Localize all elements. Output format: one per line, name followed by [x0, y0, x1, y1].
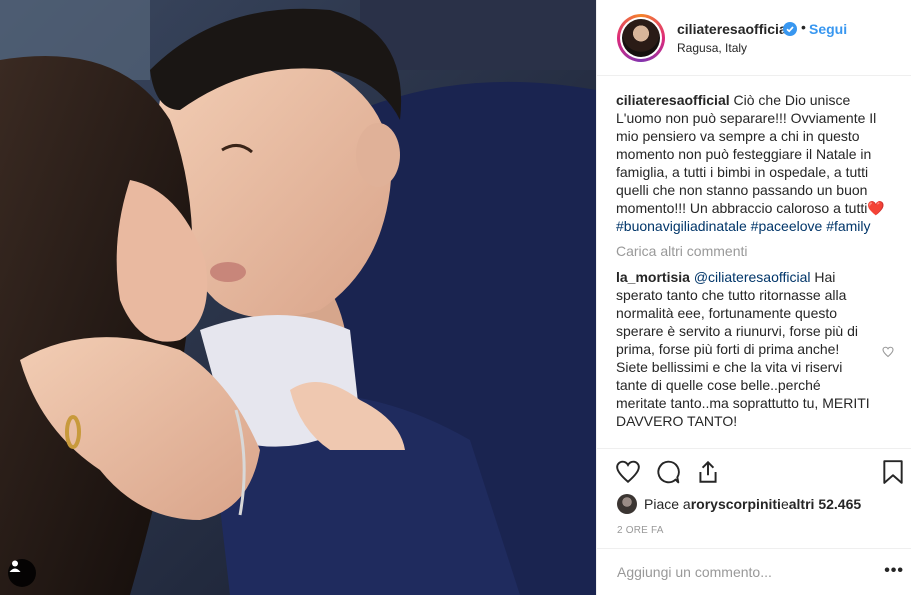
- caption-author[interactable]: ciliateresaofficial: [616, 92, 730, 108]
- avatar: [620, 17, 662, 59]
- hashtag[interactable]: #buonavigiliadinatale: [616, 218, 747, 234]
- post-header: ciliateresaofficial • Segui Ragusa, Ital…: [597, 0, 911, 76]
- likes-count[interactable]: altri 52.465: [789, 496, 861, 512]
- post-side-panel: ciliateresaofficial • Segui Ragusa, Ital…: [596, 0, 911, 595]
- hashtag[interactable]: #family: [826, 218, 870, 234]
- add-comment-input[interactable]: [617, 561, 857, 583]
- user-tag-button[interactable]: [8, 559, 36, 587]
- comment-icon[interactable]: [655, 459, 681, 485]
- follow-button[interactable]: Segui: [809, 21, 847, 37]
- more-options-button[interactable]: •••: [884, 562, 904, 580]
- photo-illustration: [0, 0, 596, 595]
- post-timestamp[interactable]: 2 ORE FA: [617, 525, 664, 536]
- add-comment-bar: •••: [597, 548, 911, 595]
- likes-prefix: Piace a: [644, 496, 691, 512]
- heart-emoji: ❤️: [867, 200, 885, 216]
- location-link[interactable]: Ragusa, Italy: [677, 41, 747, 55]
- hashtag[interactable]: #paceelove: [751, 218, 823, 234]
- liker-username[interactable]: roryscorpiniti: [691, 496, 781, 512]
- post-photo[interactable]: [0, 0, 596, 595]
- comment: la_mortisia @ciliateresaofficial Hai spe…: [616, 268, 894, 430]
- header-username[interactable]: ciliateresaofficial: [677, 21, 791, 37]
- heart-icon[interactable]: [615, 459, 641, 485]
- comments-list: ciliateresaofficial Ciò che Dio unisce L…: [616, 91, 894, 430]
- likes-middle: e: [780, 496, 789, 512]
- user-tag-icon: [9, 560, 21, 572]
- comment-text: Hai sperato tanto che tutto ritornasse a…: [616, 269, 870, 429]
- comment-mention[interactable]: @ciliateresaofficial: [694, 269, 811, 285]
- story-ring[interactable]: [617, 14, 665, 62]
- share-icon[interactable]: [695, 459, 721, 485]
- likes-summary: Piace a roryscorpiniti e altri 52.465: [617, 492, 861, 516]
- verified-icon: [783, 22, 797, 36]
- caption-text: Ciò che Dio unisce L'uomo non può separa…: [616, 92, 877, 216]
- bookmark-icon[interactable]: [880, 459, 906, 485]
- comment-like-heart-icon[interactable]: [882, 346, 894, 358]
- caption: ciliateresaofficial Ciò che Dio unisce L…: [616, 91, 892, 235]
- separator-dot: •: [801, 19, 806, 35]
- post-actions: [597, 448, 911, 496]
- post-dialog: ciliateresaofficial • Segui Ragusa, Ital…: [0, 0, 911, 595]
- comment-author[interactable]: la_mortisia: [616, 269, 690, 285]
- load-more-comments[interactable]: Carica altri commenti: [616, 242, 892, 260]
- liker-avatar[interactable]: [617, 494, 637, 514]
